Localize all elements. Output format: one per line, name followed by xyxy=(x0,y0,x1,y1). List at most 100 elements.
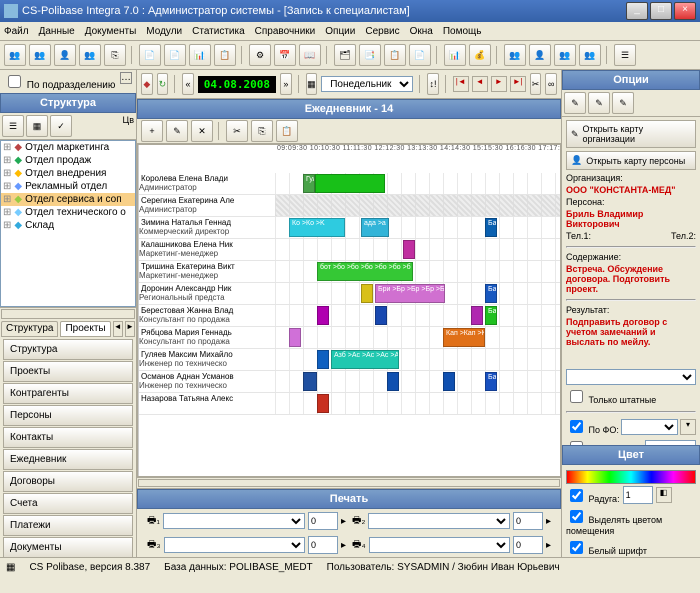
toolbar-icon[interactable]: 👤 xyxy=(529,44,551,66)
edit-icon[interactable]: + xyxy=(141,120,163,142)
minimize-button[interactable]: _ xyxy=(626,2,648,20)
menu-Помощь[interactable]: Помощь xyxy=(443,26,482,37)
edit-icon[interactable]: ✎ xyxy=(166,120,188,142)
tree-item[interactable]: ⊞◆Отдел технического о xyxy=(1,206,135,219)
appointment-block[interactable] xyxy=(317,306,329,325)
appointment-block[interactable]: Баз xyxy=(485,284,497,303)
tree-item[interactable]: ⊞◆Отдел маркетинга xyxy=(1,141,135,154)
schedule-grid[interactable]: ◉ По специалистам ○ По помещениям 09:09:… xyxy=(137,144,561,477)
highlight-rooms-checkbox[interactable]: Выделять цветом помещения xyxy=(566,515,662,536)
tab-scroll-left[interactable]: ◄ xyxy=(113,321,123,337)
appointment-block[interactable]: Баз xyxy=(485,306,497,325)
appointment-block[interactable]: Кап >Кап >К xyxy=(443,328,485,347)
next-icon[interactable]: » xyxy=(280,73,292,95)
schedule-row[interactable]: Серегина Екатерина АлеАдминистратор xyxy=(139,195,560,217)
copies1-spin[interactable] xyxy=(308,512,338,530)
nav-Структура[interactable]: Структура xyxy=(3,339,133,360)
schedule-row[interactable]: Королева Елена ВладиАдминистраторГул xyxy=(139,173,560,195)
copy-icon[interactable]: ⎘ xyxy=(251,120,273,142)
appointment-block[interactable]: ада >а xyxy=(361,218,389,237)
nav-prev-icon[interactable]: ◄ xyxy=(472,76,488,92)
appointment-block[interactable] xyxy=(471,306,483,325)
nav-last-icon[interactable]: ►| xyxy=(510,76,526,92)
toolbar-icon[interactable]: 📄 xyxy=(409,44,431,66)
toolbar-icon[interactable]: 👥 xyxy=(504,44,526,66)
toolbar-icon[interactable]: 🗂 xyxy=(334,44,356,66)
color-pick[interactable]: ◧ xyxy=(656,487,672,503)
toolbar-icon[interactable]: 👤 xyxy=(54,44,76,66)
toolbar-icon[interactable]: 👥 xyxy=(579,44,601,66)
date-display[interactable]: 04.08.2008 xyxy=(198,76,276,93)
refresh-icon[interactable]: ↻ xyxy=(157,73,169,95)
toolbar-icon[interactable]: ☰ xyxy=(614,44,636,66)
tree-tool-icon[interactable]: ☰ xyxy=(2,115,24,137)
menu-Модули[interactable]: Модули xyxy=(146,26,182,37)
toolbar-icon[interactable]: 📊 xyxy=(444,44,466,66)
nav-Контакты[interactable]: Контакты xyxy=(3,427,133,448)
printer2-select[interactable] xyxy=(368,513,510,529)
menu-Сервис[interactable]: Сервис xyxy=(365,26,399,37)
toolbar-icon[interactable]: ⚙ xyxy=(249,44,271,66)
menu-Данные[interactable]: Данные xyxy=(39,26,75,37)
appointment-block[interactable] xyxy=(387,372,399,391)
printer1-select[interactable] xyxy=(163,513,305,529)
appointment-block[interactable]: Бри >Бр >Бр >Бр >Бр xyxy=(375,284,445,303)
menu-Документы[interactable]: Документы xyxy=(85,26,137,37)
nav-Платежи[interactable]: Платежи xyxy=(3,515,133,536)
appointment-block[interactable] xyxy=(317,394,329,413)
toolbar-icon[interactable]: 📄 xyxy=(139,44,161,66)
schedule-row[interactable]: Назарова Татьяна Алекс xyxy=(139,393,560,415)
toolbar-icon[interactable]: 👥 xyxy=(79,44,101,66)
toolbar-icon[interactable]: 👥 xyxy=(554,44,576,66)
schedule-row[interactable]: Гуляев Максим МихайлоИнженер по техничес… xyxy=(139,349,560,371)
maximize-button[interactable]: □ xyxy=(650,2,672,20)
schedule-row[interactable]: Рябцова Мария ГеннадьКонсультант по прод… xyxy=(139,327,560,349)
tree-item[interactable]: ⊞◆Рекламный отдел xyxy=(1,180,135,193)
rainbow-spin[interactable] xyxy=(623,486,653,504)
toolbar-icon[interactable]: 💰 xyxy=(469,44,491,66)
staff-only-checkbox[interactable]: Только штатные xyxy=(566,395,656,405)
tree-tool-icon[interactable]: ▦ xyxy=(26,115,48,137)
book-icon[interactable]: ◆ xyxy=(141,73,153,95)
prev-icon[interactable]: « xyxy=(182,73,194,95)
tree-hscroll[interactable] xyxy=(1,309,135,319)
open-person-card-button[interactable]: 👤Открыть карту персоны xyxy=(566,151,696,170)
edit-icon[interactable]: ✕ xyxy=(191,120,213,142)
menu-Справочники[interactable]: Справочники xyxy=(255,26,316,37)
tree-tool-icon[interactable]: ✓ xyxy=(50,115,72,137)
white-font-checkbox[interactable]: Белый шрифт xyxy=(566,546,647,556)
appointment-block[interactable] xyxy=(361,284,373,303)
schedule-row[interactable]: Берестовая Жанна ВладКонсультант по прод… xyxy=(139,305,560,327)
appointment-block[interactable] xyxy=(443,372,455,391)
nav-Контрагенты[interactable]: Контрагенты xyxy=(3,383,133,404)
tree-item[interactable]: ⊞◆Склад xyxy=(1,219,135,232)
appointment-block[interactable] xyxy=(403,240,415,259)
nav-Документы[interactable]: Документы xyxy=(3,537,133,557)
hscroll[interactable] xyxy=(138,479,560,487)
color-spectrum[interactable] xyxy=(566,470,696,484)
scissors-icon[interactable]: ✂ xyxy=(226,120,248,142)
appointment-block[interactable]: Азб >Ас >Ас >Ас >А xyxy=(331,350,399,369)
nav-Проекты[interactable]: Проекты xyxy=(3,361,133,382)
toolbar-icon[interactable]: ⎘ xyxy=(104,44,126,66)
nav-Счета[interactable]: Счета xyxy=(3,493,133,514)
tree-item[interactable]: ⊞◆Отдел продаж xyxy=(1,154,135,167)
toolbar-icon[interactable]: 📊 xyxy=(189,44,211,66)
printer3-select[interactable] xyxy=(164,537,305,553)
copies3-spin[interactable] xyxy=(308,536,338,554)
opt-icon[interactable]: ✎ xyxy=(564,92,586,114)
opt-icon[interactable]: ✎ xyxy=(612,92,634,114)
menu-Файл[interactable]: Файл xyxy=(4,26,29,37)
rainbow-checkbox[interactable]: Радуга: xyxy=(566,486,620,505)
by-fio-checkbox[interactable]: По ФО: xyxy=(566,417,619,436)
menu-Опции[interactable]: Опции xyxy=(325,26,355,37)
appointment-block[interactable]: Гул xyxy=(303,174,315,193)
filter-select[interactable] xyxy=(566,369,696,385)
fio-lookup[interactable]: ▾ xyxy=(680,419,696,435)
toolbar-icon[interactable]: 📋 xyxy=(214,44,236,66)
open-org-card-button[interactable]: ✎Открыть карту организации xyxy=(566,120,696,148)
org-tree[interactable]: ⊞◆Отдел маркетинга⊞◆Отдел продаж ⊞◆Отдел … xyxy=(0,140,136,307)
paste-icon[interactable]: 📋 xyxy=(276,120,298,142)
nav-first-icon[interactable]: |◄ xyxy=(453,76,469,92)
appointment-block[interactable] xyxy=(289,328,301,347)
